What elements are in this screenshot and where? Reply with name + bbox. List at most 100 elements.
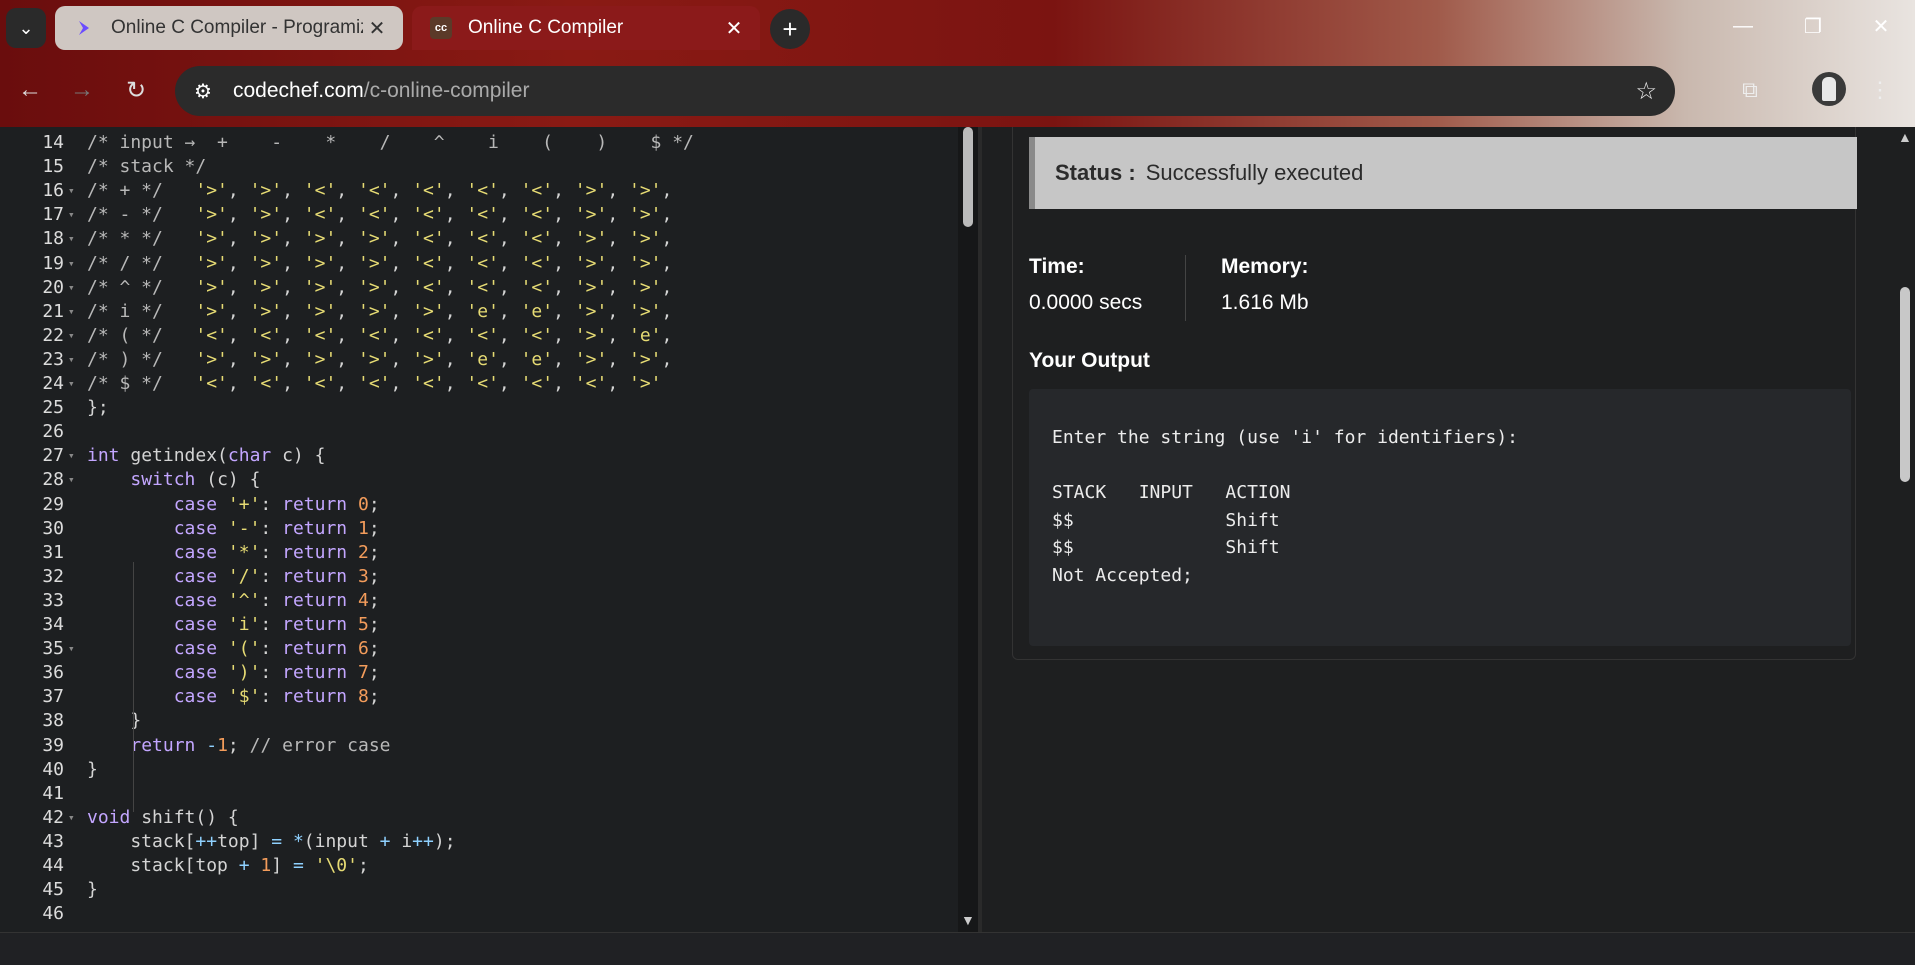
bottom-bar	[0, 932, 1915, 965]
fold-arrow-icon[interactable]: ▾	[68, 300, 75, 324]
line-number: 45	[42, 879, 64, 901]
code-text: void shift() {	[87, 806, 239, 828]
code-line: 26	[0, 420, 955, 444]
code-line: 35 ▾ case '(': return 6;	[0, 637, 955, 661]
output-line: STACK INPUT ACTION	[1052, 482, 1291, 503]
code-line: 18 ▾ /* * */ '>', '>', '>', '>', '<', '<',…	[0, 227, 955, 251]
fold-arrow-icon[interactable]: ▾	[68, 252, 75, 276]
status-bar: Status : Successfully executed	[1029, 137, 1857, 209]
line-number: 43	[42, 830, 64, 852]
code-line: 30 case '-': return 1;	[0, 517, 955, 541]
code-line: 44 stack[top + 1] = '\0';	[0, 854, 955, 878]
code-text: /* stack */	[87, 156, 207, 178]
reload-icon: ↻	[125, 76, 147, 104]
fold-arrow-icon[interactable]: ▾	[68, 203, 75, 227]
line-number: 18	[42, 228, 64, 250]
time-label: Time:	[1029, 255, 1085, 278]
line-number: 14	[42, 132, 64, 153]
scroll-up-arrow-icon[interactable]: ▲	[1898, 129, 1912, 145]
line-number: 33	[42, 589, 64, 611]
line-number: 31	[42, 541, 64, 563]
tab-title: Online C Compiler	[468, 17, 624, 38]
code-text: case '^': return 4;	[173, 589, 380, 611]
code-text: case '+': return 0;	[173, 493, 380, 515]
code-text: /* $ */ '<', '<', '<', '<', '<', '<', '<…	[87, 373, 662, 394]
your-output-heading: Your Output	[1029, 349, 1150, 372]
code-text: case '*': return 2;	[173, 541, 380, 563]
codechef-logo-icon: cc	[430, 17, 452, 39]
scroll-down-arrow-icon[interactable]: ▼	[961, 912, 975, 928]
code-line: 23 ▾ /* ) */ '>', '>', '>', '>', '>', 'e',…	[0, 348, 955, 372]
fold-arrow-icon[interactable]: ▾	[68, 372, 75, 396]
back-button[interactable]: ←	[12, 72, 48, 108]
line-number: 28	[42, 469, 64, 491]
line-number: 29	[42, 493, 64, 515]
new-tab-button[interactable]: +	[770, 9, 810, 49]
close-icon[interactable]: ✕	[720, 14, 748, 42]
code-text: case '/': return 3;	[173, 565, 380, 587]
bookmark-star-icon[interactable]: ☆	[1635, 77, 1657, 106]
code-text: /* ^ */ '>', '>', '>', '>', '<', '<', '<…	[87, 276, 673, 298]
fold-arrow-icon[interactable]: ▾	[68, 324, 75, 348]
restore-button[interactable]: ❐	[1790, 8, 1836, 44]
code-line: 41	[0, 782, 955, 806]
fold-arrow-icon[interactable]: ▾	[68, 637, 75, 661]
close-window-button[interactable]: ✕	[1858, 8, 1904, 44]
code-line: 39 return -1; // error case	[0, 734, 955, 758]
page-scrollbar[interactable]: ▲	[1894, 127, 1915, 932]
line-number: 26	[42, 421, 64, 443]
fold-arrow-icon[interactable]: ▾	[68, 444, 75, 468]
code-line: 29 case '+': return 0;	[0, 493, 955, 517]
status-value: Successfully executed	[1145, 160, 1364, 185]
extensions-icon[interactable]: ⧉	[1732, 72, 1768, 108]
more-menu-icon[interactable]: ⋮	[1862, 72, 1898, 108]
profile-avatar[interactable]	[1812, 72, 1846, 106]
line-number: 34	[42, 614, 64, 635]
line-number: 15	[42, 156, 64, 178]
plus-icon: +	[782, 13, 798, 44]
code-editor[interactable]: 14 /* input → + - * / ^ i ( ) $ */ 15 /* st…	[0, 127, 980, 932]
memory-metric: Memory: 1.616 Mb	[1221, 255, 1309, 315]
minimize-button[interactable]: —	[1720, 8, 1766, 44]
tab-codechef[interactable]: cc Online C Compiler ✕	[412, 6, 760, 50]
code-text: /* ( */ '<', '<', '<', '<', '<', '<', '<…	[87, 324, 673, 346]
code-line: 31 case '*': return 2;	[0, 541, 955, 565]
editor-scrollbar[interactable]: ▼	[958, 127, 978, 932]
line-number: 44	[42, 855, 64, 876]
code-text: case '-': return 1;	[173, 517, 380, 539]
output-line: $$ Shift	[1052, 510, 1280, 531]
reload-button[interactable]: ↻	[118, 72, 154, 108]
fold-arrow-icon[interactable]: ▾	[68, 227, 75, 251]
line-number: 38	[42, 710, 64, 732]
fold-arrow-icon[interactable]: ▾	[68, 468, 75, 492]
line-number: 46	[42, 903, 64, 925]
output-line: $$ Shift	[1052, 537, 1280, 558]
close-icon[interactable]: ✕	[363, 14, 391, 42]
code-line: 32 case '/': return 3;	[0, 565, 955, 589]
site-info-icon[interactable]: ⚙	[183, 71, 223, 111]
scrollbar-thumb[interactable]	[1900, 287, 1910, 482]
code-text: case 'i': return 5;	[173, 614, 380, 635]
fold-arrow-icon[interactable]: ▾	[68, 348, 75, 372]
scrollbar-thumb[interactable]	[963, 127, 973, 227]
code-line: 16 ▾ /* + */ '>', '>', '<', '<', '<', '<',…	[0, 179, 955, 203]
code-text: case '$': return 8;	[173, 686, 380, 708]
line-number: 25	[42, 397, 64, 419]
forward-button[interactable]: →	[64, 72, 100, 108]
tab-search-button[interactable]: ⌄	[6, 8, 46, 48]
program-output: Enter the string (use 'i' for identifier…	[1029, 389, 1851, 646]
code-line: 22 ▾ /* ( */ '<', '<', '<', '<', '<', '<',…	[0, 324, 955, 348]
code-line: 21 ▾ /* i */ '>', '>', '>', '>', '>', 'e',…	[0, 300, 955, 324]
code-text: stack[top + 1] = '\0';	[87, 855, 369, 876]
fold-arrow-icon[interactable]: ▾	[68, 806, 75, 830]
programiz-logo-icon	[73, 17, 95, 39]
fold-arrow-icon[interactable]: ▾	[68, 276, 75, 300]
line-number: 32	[42, 565, 64, 587]
code-text: /* / */ '>', '>', '>', '>', '<', '<', '<…	[87, 252, 673, 274]
tab-programiz[interactable]: Online C Compiler - Programiz ✕	[55, 6, 403, 50]
memory-value: 1.616 Mb	[1221, 291, 1309, 314]
fold-arrow-icon[interactable]: ▾	[68, 179, 75, 203]
code-line: 46	[0, 902, 955, 926]
code-text: switch (c) {	[130, 469, 261, 491]
address-bar[interactable]: ⚙ codechef.com/c-online-compiler ☆	[175, 66, 1675, 116]
